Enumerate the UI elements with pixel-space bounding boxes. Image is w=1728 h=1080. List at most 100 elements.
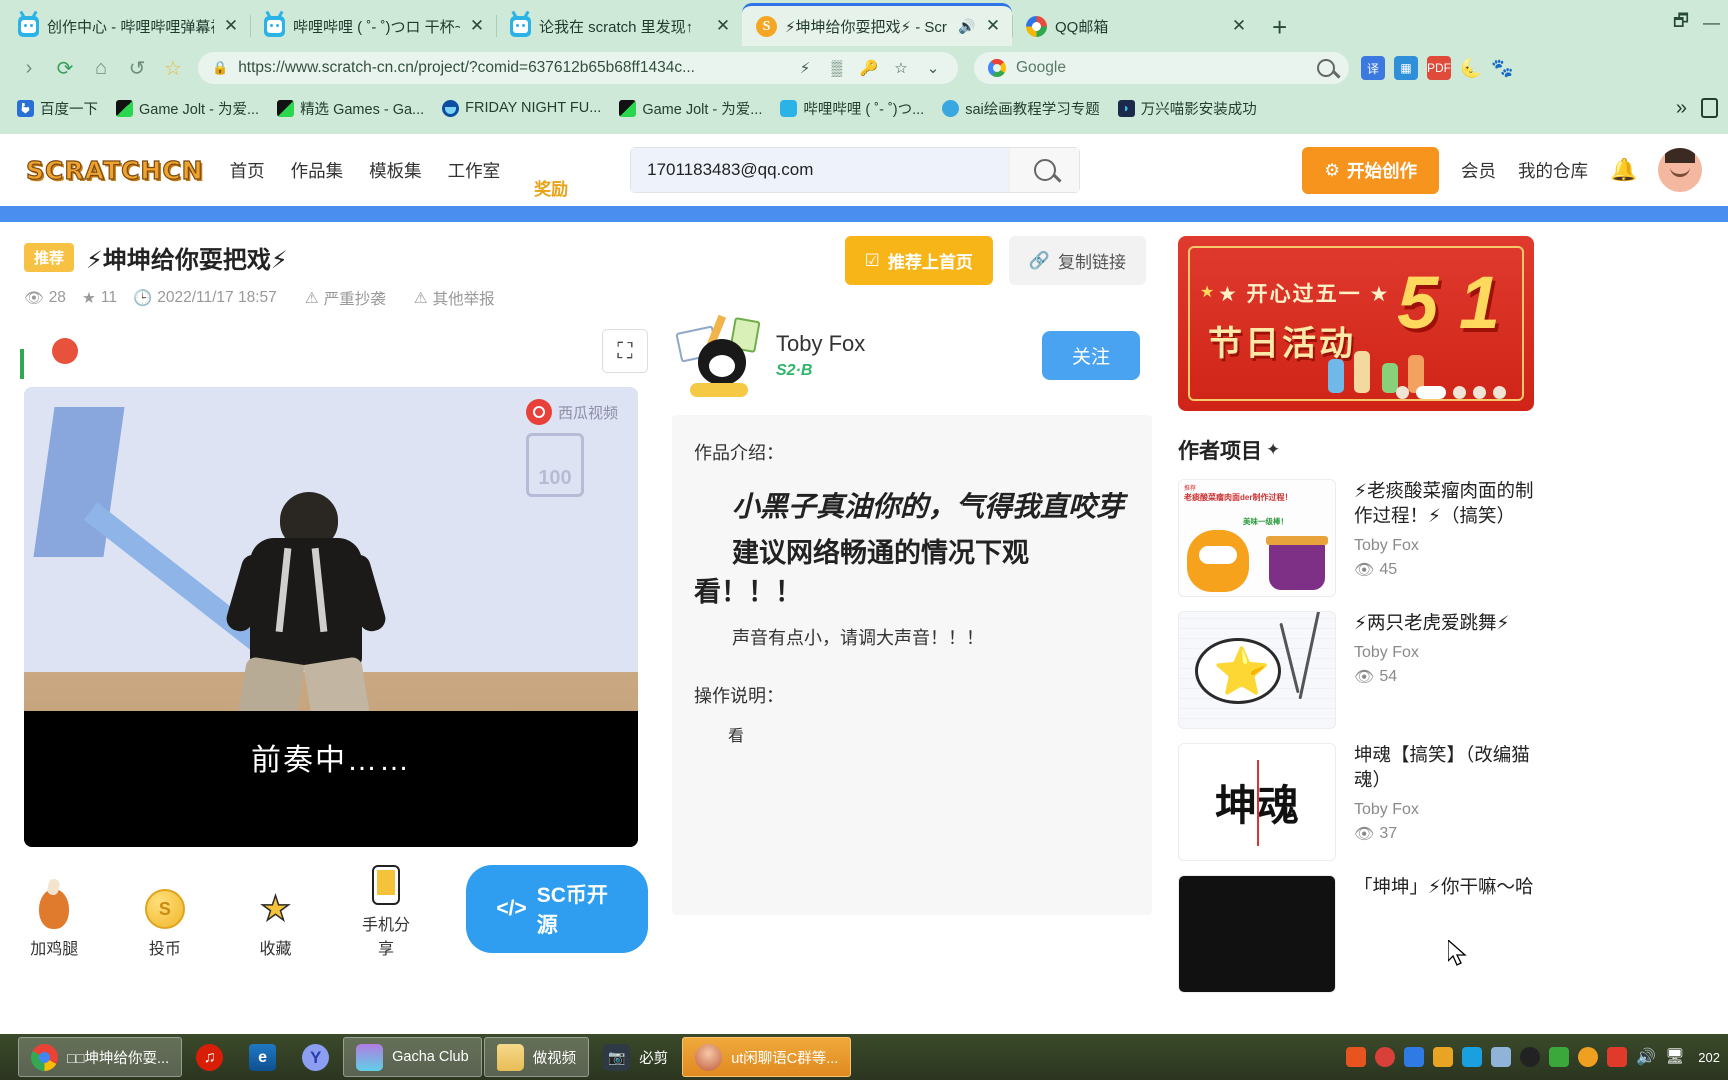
wps-icon[interactable] <box>1404 1047 1425 1067</box>
tab-audio-icon[interactable]: 🔊 <box>958 18 976 35</box>
taskbar-item-ut[interactable]: ut闲聊语C群等... <box>682 1037 852 1077</box>
project-name[interactable]: ⚡两只老虎爱跳舞⚡ <box>1354 611 1534 636</box>
pdf-icon[interactable]: PDF <box>1427 56 1451 80</box>
bookmark-item[interactable]: Game Jolt - 为爱... <box>109 95 266 122</box>
chevron-down-icon[interactable]: ⌄ <box>922 59 944 77</box>
network-icon[interactable]: 🖥 <box>1665 1047 1685 1067</box>
nav-item-templates[interactable]: 模板集 <box>369 158 422 183</box>
promote-homepage-button[interactable]: ☑ 推荐上首页 <box>844 236 993 285</box>
bookmark-item[interactable]: 百度一下 <box>10 95 105 122</box>
taskbar-item-edge[interactable]: e <box>237 1037 288 1077</box>
translate-icon[interactable]: 译 <box>1361 56 1385 80</box>
usb-icon[interactable] <box>1433 1047 1454 1067</box>
bookmark-item[interactable]: Game Jolt - 为爱... <box>612 95 769 122</box>
reload-button[interactable]: ⟳ <box>48 51 82 85</box>
key-icon[interactable]: 🔑 <box>858 59 880 77</box>
action-favorite[interactable]: ★ 收藏 <box>245 887 306 959</box>
tab-close-icon[interactable]: ✕ <box>984 16 1002 36</box>
restore-icon[interactable]: 🗗 <box>1673 8 1689 37</box>
bookmark-item[interactable]: FRIDAY NIGHT FU... <box>435 97 608 120</box>
star-icon[interactable]: ☆ <box>890 59 912 77</box>
moon-icon[interactable]: 🌜 <box>1460 58 1482 79</box>
tab-close-icon[interactable]: ✕ <box>1230 16 1248 36</box>
stop-button[interactable] <box>52 338 78 364</box>
cat-icon[interactable]: 🐾 <box>1491 58 1513 79</box>
fullscreen-button[interactable]: ⛶ <box>602 329 648 373</box>
taskbar-item-chrome[interactable]: □□坤坤给你耍... <box>18 1037 183 1077</box>
address-bar[interactable]: 🔒 https://www.scratch-cn.cn/project/?com… <box>198 52 958 84</box>
bookmark-item[interactable]: ◗ 万兴喵影安装成功 <box>1111 95 1264 122</box>
tab-close-icon[interactable]: ✕ <box>468 16 486 36</box>
action-coin[interactable]: S 投币 <box>135 887 196 959</box>
action-phone-share[interactable]: 手机分享 <box>356 863 417 959</box>
bookmarks-overflow-button[interactable]: » <box>1666 97 1697 120</box>
project-name[interactable]: 「坤坤」⚡你干嘛～哈 <box>1354 875 1534 900</box>
author-name[interactable]: Toby Fox <box>776 331 865 357</box>
repo-link[interactable]: 我的仓库 <box>1518 158 1588 183</box>
nav-item-reward[interactable]: 奖励 <box>534 175 568 206</box>
picture-icon[interactable] <box>1491 1047 1512 1067</box>
avatar[interactable] <box>1658 148 1702 192</box>
member-link[interactable]: 会员 <box>1461 158 1496 183</box>
carousel-dot[interactable] <box>1493 386 1506 399</box>
search-input[interactable] <box>631 148 1010 192</box>
carousel-dot[interactable] <box>1396 386 1409 399</box>
taskbar-item-folder[interactable]: 做视频 <box>483 1037 590 1077</box>
carousel-dot-active[interactable] <box>1416 386 1446 399</box>
promo-carousel-dots[interactable] <box>1396 386 1506 399</box>
promo-banner[interactable]: ★ ★ 开心过五一 ★ 节日活动 5 1 <box>1178 236 1534 411</box>
list-item[interactable]: 推荐 老痰酸菜瘤肉面der制作过程！ 美味一级棒！ ⚡老痰酸菜瘤肉面的制作过程！… <box>1178 479 1534 597</box>
search-button[interactable] <box>1009 148 1080 192</box>
list-item[interactable]: 「坤坤」⚡你干嘛～哈 <box>1178 875 1534 993</box>
browser-search-bar[interactable]: Google <box>974 52 1349 84</box>
taskbar-clock[interactable]: 202 <box>1694 1050 1720 1065</box>
bookmark-item[interactable]: 哔哩哔哩 ( ˚- ˚)つ... <box>773 95 931 122</box>
project-stage[interactable]: 西瓜视频 100 前奏中…… <box>24 387 638 847</box>
list-item[interactable]: ⭐ ⚡两只老虎爱跳舞⚡ Toby Fox 👁 54 <box>1178 611 1534 729</box>
browser-tab-4[interactable]: QQ邮箱 ✕ <box>1012 6 1258 46</box>
list-item[interactable]: 坤魂 坤魂【搞笑】（改编猫魂） Toby Fox 👁 37 <box>1178 743 1534 861</box>
sc-opensource-button[interactable]: </> SC币开源 <box>466 865 648 953</box>
report-plagiarism-link[interactable]: ⚠ 严重抄袭 <box>305 287 386 309</box>
nav-item-home[interactable]: 首页 <box>230 158 265 183</box>
volume-icon[interactable]: 🔊 <box>1636 1047 1656 1067</box>
site-search[interactable] <box>630 147 1081 193</box>
project-name[interactable]: ⚡老痰酸菜瘤肉面的制作过程！⚡（搞笑） <box>1354 479 1534 529</box>
taskbar-item-gacha-club[interactable]: Gacha Club <box>343 1037 482 1077</box>
bookmark-item[interactable]: 精选 Games - Ga... <box>270 95 431 122</box>
qq-penguin-icon[interactable] <box>1520 1047 1541 1067</box>
tab-close-icon[interactable]: ✕ <box>714 16 732 36</box>
nav-item-studio[interactable]: 工作室 <box>448 158 501 183</box>
browser-tab-0[interactable]: 创作中心 - 哔哩哔哩弹幕视 ✕ <box>4 6 250 46</box>
carousel-dot[interactable] <box>1453 386 1466 399</box>
minimize-icon[interactable]: — <box>1703 13 1720 33</box>
eject-icon[interactable] <box>1549 1047 1570 1067</box>
browser-tab-3-active[interactable]: S ⚡坤坤给你耍把戏⚡ - Scr 🔊 ✕ <box>742 3 1012 46</box>
record-icon[interactable] <box>1375 1047 1396 1067</box>
sogou-icon[interactable] <box>1346 1047 1367 1067</box>
tab-close-icon[interactable]: ✕ <box>222 16 240 36</box>
notification-bell-icon[interactable] <box>1610 157 1636 183</box>
copy-link-button[interactable]: 🔗 复制链接 <box>1008 236 1146 285</box>
search-icon[interactable] <box>1317 59 1335 77</box>
carousel-dot[interactable] <box>1473 386 1486 399</box>
history-button[interactable]: ↺ <box>120 51 154 85</box>
browser-tab-2[interactable]: 论我在 scratch 里发现↑ ✕ <box>496 6 742 46</box>
forward-button[interactable]: › <box>12 51 46 85</box>
home-button[interactable]: ⌂ <box>84 51 118 85</box>
taskbar-item-yy[interactable]: Y <box>290 1037 341 1077</box>
kugou-icon[interactable] <box>1462 1047 1483 1067</box>
browser-tab-1[interactable]: 哔哩哔哩 ( ˚- ˚)つロ 干杯~ ✕ <box>250 6 496 46</box>
qrcode-icon[interactable]: ▒ <box>826 60 848 77</box>
start-create-button[interactable]: ⚙ 开始创作 <box>1302 146 1439 194</box>
taskbar-item-bijian[interactable]: 📷 必剪 <box>591 1037 680 1077</box>
apps-icon[interactable]: ▦ <box>1394 56 1418 80</box>
volume-mute-icon[interactable] <box>1607 1047 1628 1067</box>
sidepanel-icon[interactable] <box>1701 98 1718 118</box>
taskbar-item-netease[interactable]: ♫ <box>184 1037 235 1077</box>
nav-item-works[interactable]: 作品集 <box>291 158 344 183</box>
author-avatar[interactable] <box>675 313 762 397</box>
flame-icon[interactable] <box>1578 1047 1599 1067</box>
site-logo[interactable]: SCRATCHCN <box>25 155 204 185</box>
bookmark-item[interactable]: sai绘画教程学习专题 <box>935 95 1107 122</box>
